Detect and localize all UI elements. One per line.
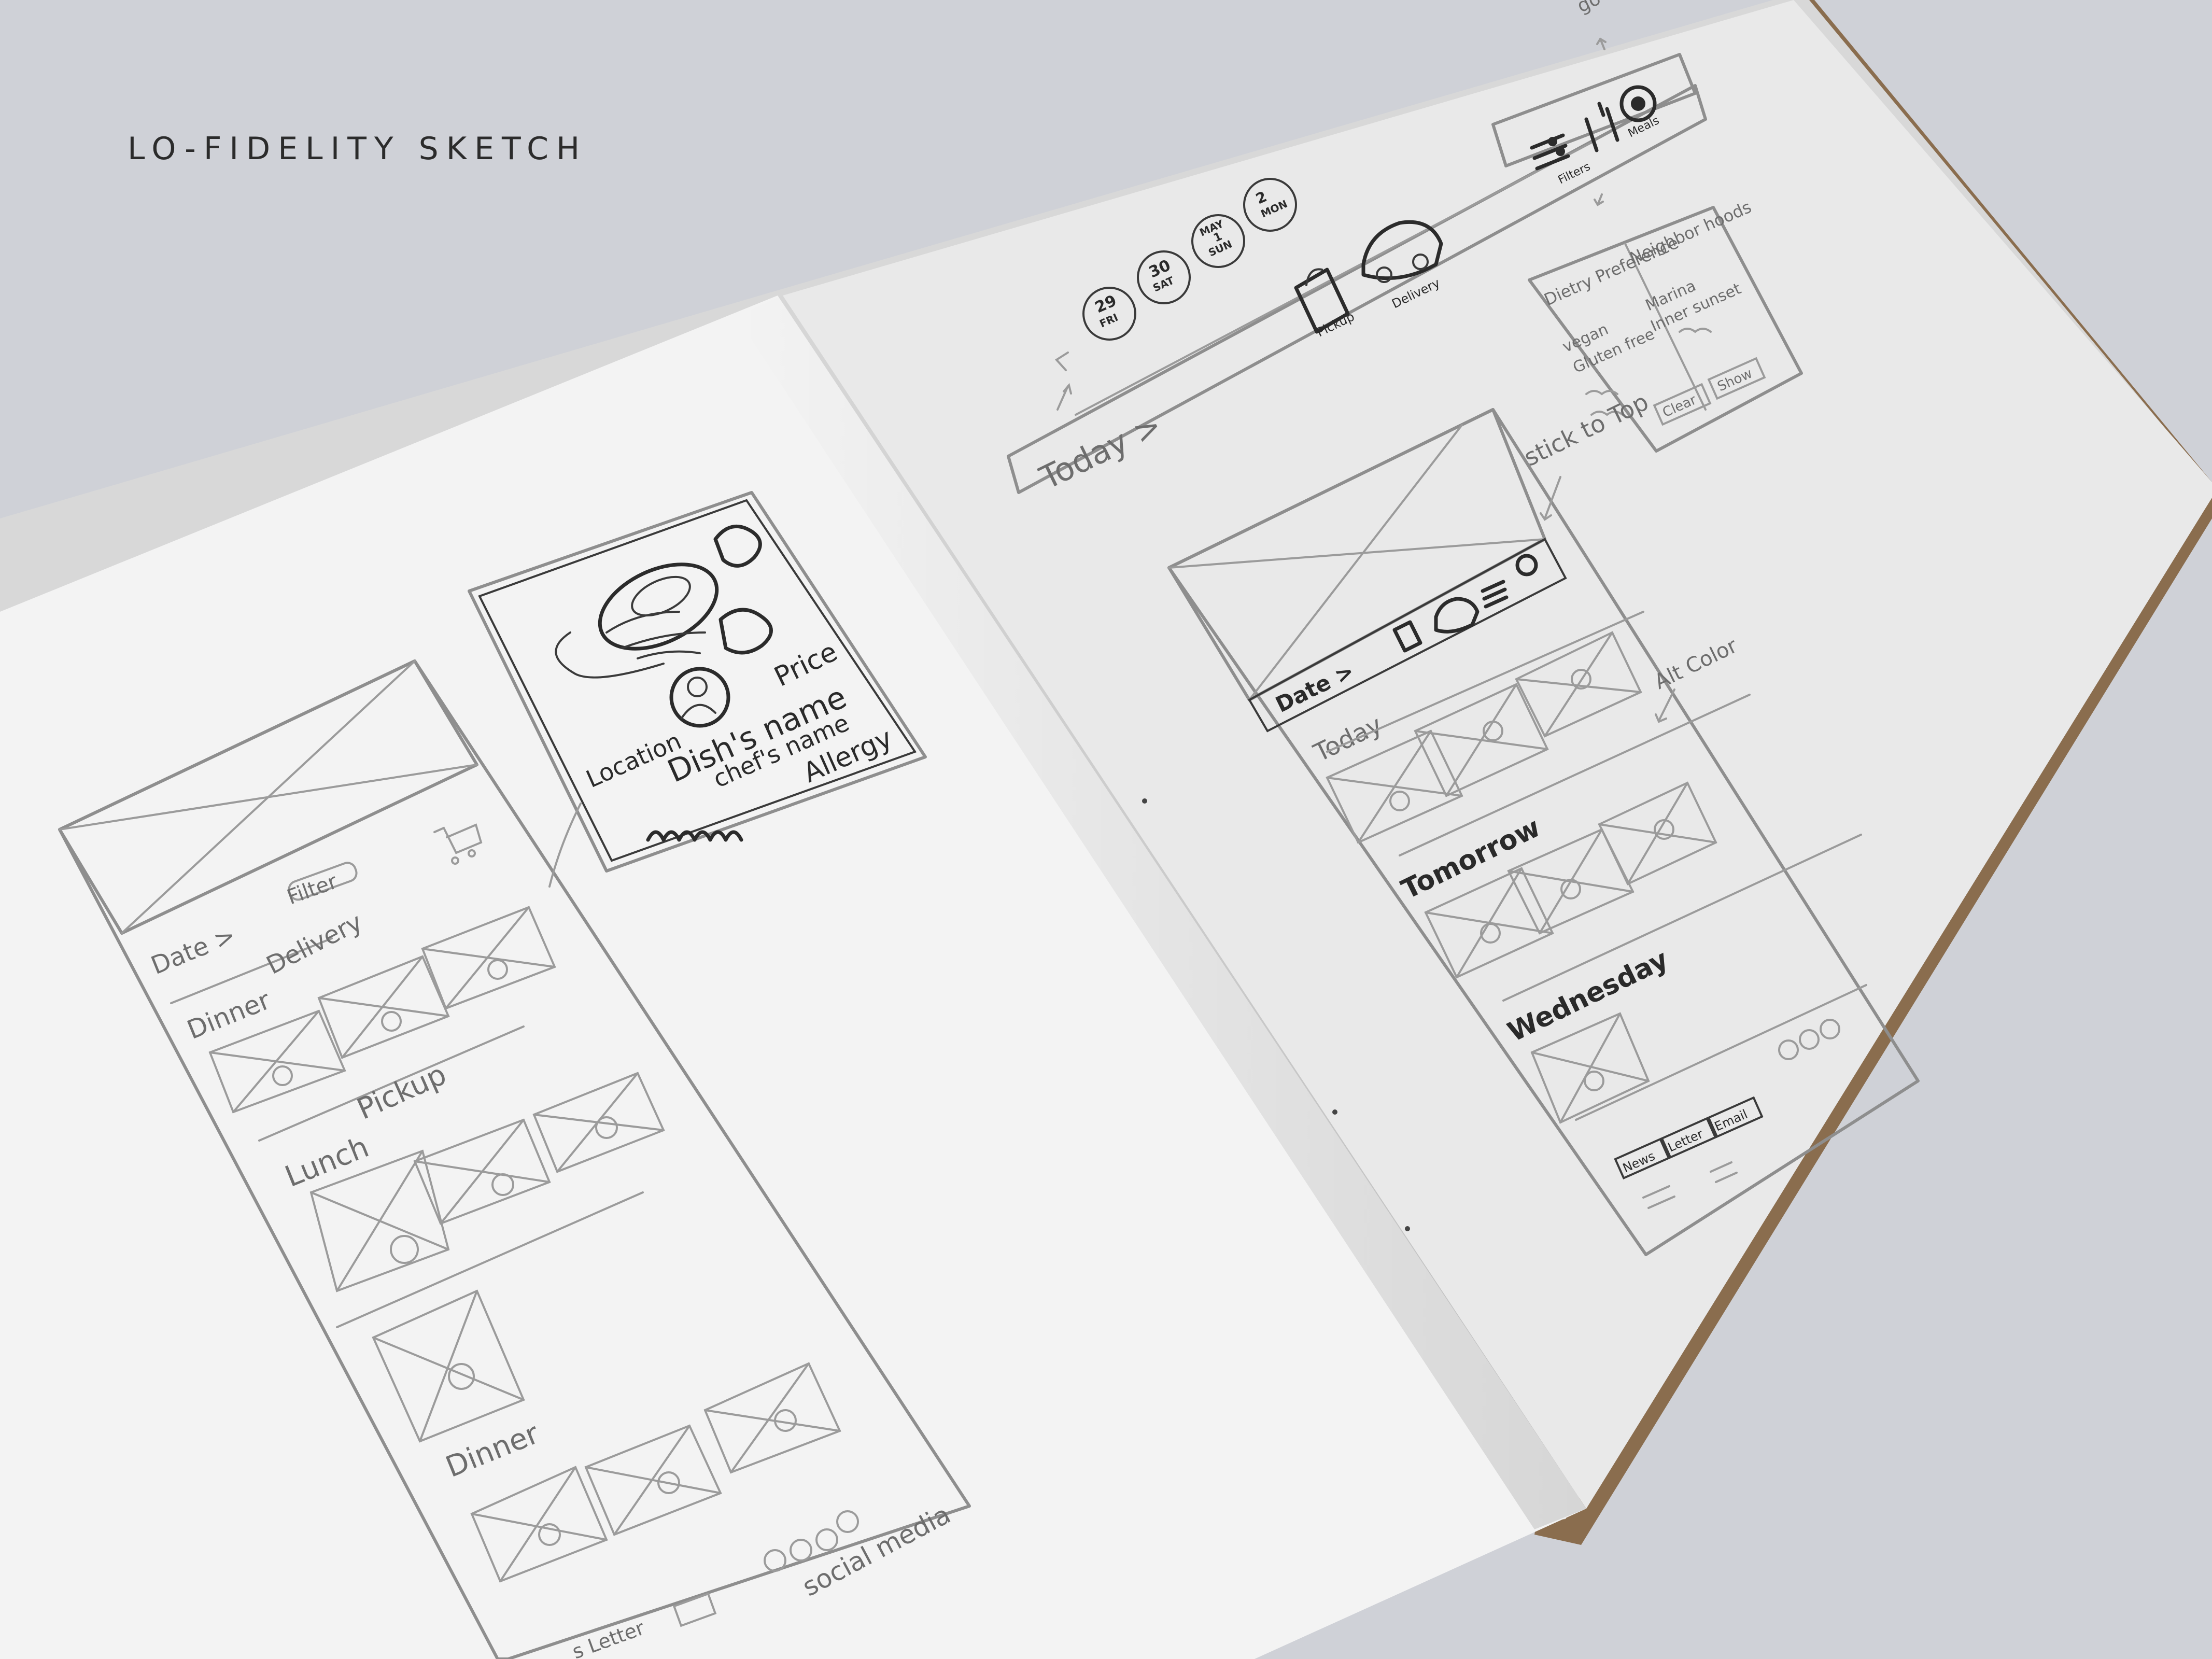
notebook-photo: LO-FIDELITY SKETCH Filter Date > Deliver… <box>0 0 2212 1659</box>
notebook-illustration: Filter Date > Delivery Dinner Pickup Lun… <box>0 0 2212 1659</box>
